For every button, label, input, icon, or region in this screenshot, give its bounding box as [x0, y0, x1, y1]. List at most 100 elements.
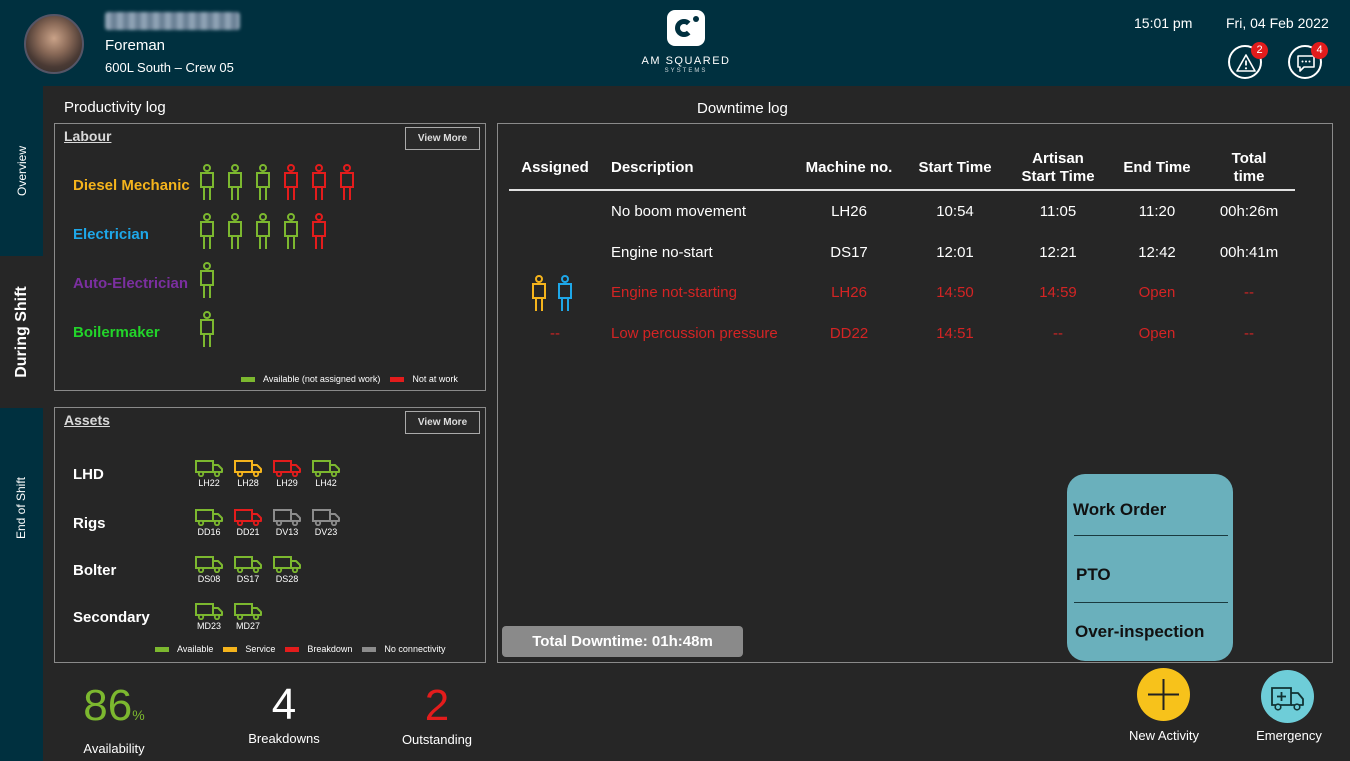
truck-icon: [195, 509, 223, 526]
labour-people-group: [198, 310, 216, 354]
asset-trucks-group: LH22 LH28 LH29 LH42: [195, 460, 340, 488]
app-header: Foreman 600L South – Crew 05 AM SQUARED …: [0, 0, 1350, 86]
person-available-icon[interactable]: [226, 163, 244, 207]
logo-subtext: SYSTEMS: [664, 68, 708, 74]
asset-item[interactable]: DV23: [312, 509, 340, 537]
new-activity-menu: Work Order PTO Over-inspection: [1067, 474, 1233, 661]
nav-tab-overview-label: Overview: [14, 145, 29, 197]
asset-item[interactable]: LH29: [273, 460, 301, 488]
asset-item[interactable]: DD16: [195, 509, 223, 537]
messages-button[interactable]: 4: [1288, 42, 1328, 79]
assigned-artisans[interactable]: [530, 275, 574, 318]
person-not-at-work-icon[interactable]: [338, 163, 356, 207]
labour-view-more-button[interactable]: View More: [405, 127, 480, 150]
asset-item[interactable]: LH28: [234, 460, 262, 488]
emergency-button[interactable]: [1261, 670, 1314, 723]
alerts-button[interactable]: 2: [1228, 42, 1268, 79]
menu-item-over-inspection[interactable]: Over-inspection: [1075, 622, 1230, 642]
asset-item[interactable]: DS28: [273, 556, 301, 584]
col-header-total-line2: time: [1233, 168, 1265, 185]
labour-title[interactable]: Labour: [64, 128, 111, 144]
asset-id-label: LH42: [315, 478, 337, 488]
asset-id-label: DD16: [197, 527, 221, 537]
assets-title[interactable]: Assets: [64, 412, 110, 428]
new-activity-button[interactable]: [1137, 668, 1190, 721]
col-header-end-time: End Time: [1123, 159, 1191, 176]
person-not-at-work-icon[interactable]: [282, 163, 300, 207]
person-not-at-work-icon[interactable]: [310, 212, 328, 256]
messages-count-badge: 4: [1311, 42, 1328, 59]
labour-row: Auto-Electrician: [73, 261, 216, 305]
asset-item[interactable]: LH22: [195, 460, 223, 488]
truck-icon: [195, 556, 223, 573]
downtime-cell-description: Engine no-start: [611, 244, 713, 261]
asset-id-label: DS17: [236, 574, 260, 584]
person-available-icon[interactable]: [198, 163, 216, 207]
asset-row: Secondary MD23 MD27: [73, 603, 262, 631]
downtime-cell-machine: DD22: [829, 325, 869, 342]
col-header-description: Description: [611, 159, 694, 176]
nav-tab-during-shift[interactable]: During Shift: [0, 256, 43, 408]
person-available-icon[interactable]: [198, 310, 216, 354]
asset-row: Bolter DS08 DS17 DS28: [73, 556, 301, 584]
menu-item-work-order[interactable]: Work Order: [1073, 500, 1228, 520]
nav-tab-end-of-shift[interactable]: End of Shift: [0, 408, 43, 608]
person-available-icon[interactable]: [254, 163, 272, 207]
asset-id-label: LH22: [198, 478, 220, 488]
side-navigation: Overview During Shift End of Shift: [0, 86, 43, 761]
menu-divider: [1074, 602, 1228, 603]
asset-id-label: DD21: [236, 527, 260, 537]
person-available-icon[interactable]: [254, 212, 272, 256]
kpi-breakdowns-label: Breakdowns: [248, 731, 320, 746]
legend-available-label: Available (not assigned work): [263, 374, 381, 384]
col-header-artisan-line1: Artisan: [1032, 150, 1084, 167]
user-role: Foreman: [105, 37, 166, 54]
asset-trucks-group: DS08 DS17 DS28: [195, 556, 301, 584]
kpi-outstanding-value: 2: [424, 681, 450, 730]
labour-row: Electrician: [73, 212, 328, 256]
downtime-cell-machine: LH26: [831, 203, 867, 220]
col-header-start-time: Start Time: [918, 159, 992, 176]
downtime-cell-start: 14:50: [936, 284, 974, 301]
asset-item[interactable]: MD27: [234, 603, 262, 631]
menu-item-pto[interactable]: PTO: [1076, 565, 1231, 585]
asset-item[interactable]: DD21: [234, 509, 262, 537]
alerts-count-badge: 2: [1251, 42, 1268, 59]
downtime-cell-description: No boom movement: [611, 203, 747, 220]
downtime-cell-machine: LH26: [831, 284, 867, 301]
person-available-icon[interactable]: [282, 212, 300, 256]
legend-available-swatch: [241, 376, 255, 382]
current-date: Fri, 04 Feb 2022: [1226, 15, 1329, 31]
labour-role-name: Boilermaker: [73, 323, 160, 341]
legend-breakdown-label: Breakdown: [307, 644, 353, 654]
legend-asset-available-label: Available: [177, 644, 214, 654]
person-available-icon[interactable]: [226, 212, 244, 256]
legend-not-at-work-swatch: [390, 376, 405, 382]
downtime-cell-artisan: 11:05: [1039, 203, 1077, 220]
asset-id-label: DV23: [314, 527, 338, 537]
asset-category-name: Rigs: [73, 514, 106, 532]
downtime-cell-start: 14:51: [936, 325, 974, 342]
asset-item[interactable]: DV13: [273, 509, 301, 537]
downtime-cell-artisan: --: [1053, 325, 1063, 342]
asset-item[interactable]: MD23: [195, 603, 223, 631]
col-header-total-line1: Total: [1231, 150, 1267, 167]
downtime-cell-total: 00h:41m: [1219, 244, 1279, 261]
person-not-at-work-icon[interactable]: [310, 163, 328, 207]
downtime-cell-total: 00h:26m: [1219, 203, 1279, 220]
truck-icon: [234, 603, 262, 620]
downtime-cell-artisan: 14:59: [1039, 284, 1077, 301]
downtime-cell-description: Low percussion pressure: [611, 325, 778, 342]
nav-tab-overview[interactable]: Overview: [0, 86, 43, 256]
asset-category-name: Secondary: [73, 608, 150, 626]
asset-item[interactable]: DS08: [195, 556, 223, 584]
asset-id-label: LH29: [276, 478, 298, 488]
assets-view-more-button[interactable]: View More: [405, 411, 480, 434]
user-avatar[interactable]: [24, 14, 84, 74]
person-available-icon[interactable]: [198, 212, 216, 256]
person-available-icon[interactable]: [198, 261, 216, 305]
nav-tab-during-shift-label: During Shift: [12, 286, 30, 378]
asset-item[interactable]: LH42: [312, 460, 340, 488]
labour-panel: Labour View More Diesel Mechanic Electric…: [54, 123, 486, 391]
asset-item[interactable]: DS17: [234, 556, 262, 584]
